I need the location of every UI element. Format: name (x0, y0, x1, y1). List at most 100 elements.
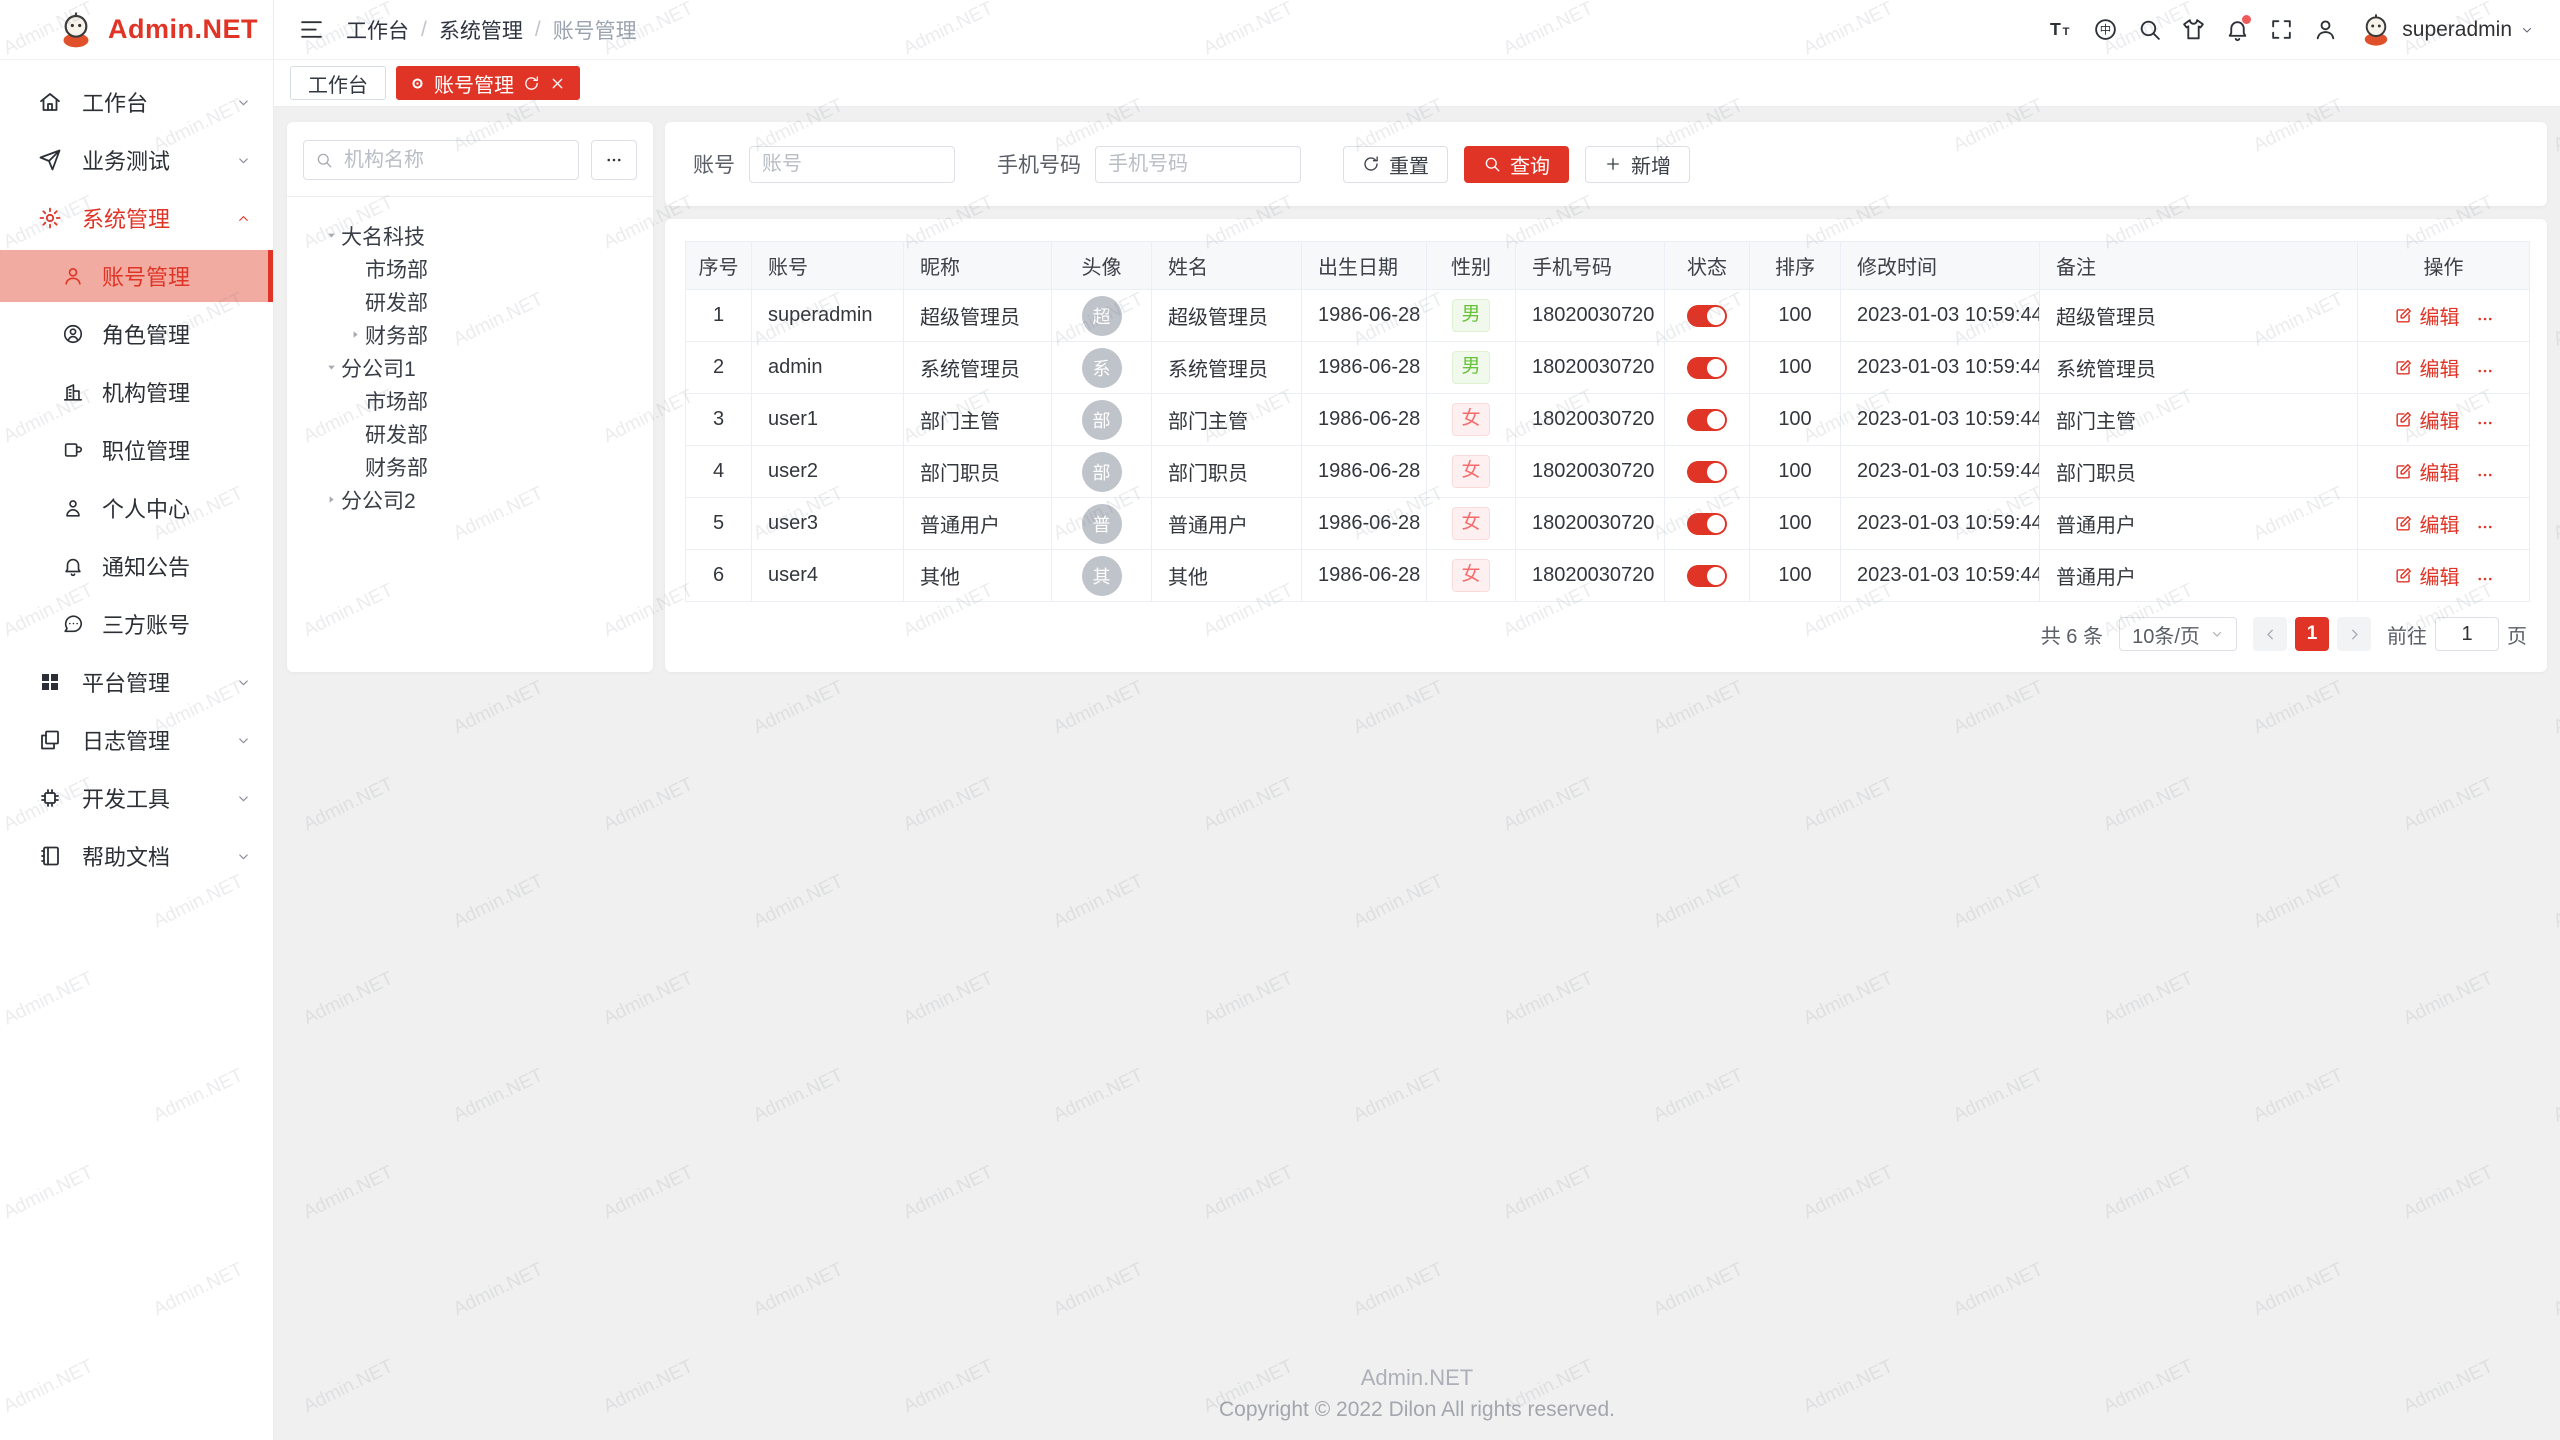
reset-button[interactable]: 重置 (1343, 146, 1448, 183)
cell-name: 超级管理员 (1152, 290, 1302, 342)
divider (287, 196, 653, 197)
shirt-icon[interactable] (2172, 9, 2214, 51)
sidebar-item-账号管理[interactable]: 账号管理 (0, 250, 273, 302)
sidebar-item-系统管理[interactable]: 系统管理 (0, 192, 273, 244)
sidebar-item-label: 业务测试 (82, 144, 170, 176)
tab-工作台[interactable]: 工作台 (290, 66, 386, 100)
tree-node-市场部[interactable]: 市场部 (303, 384, 637, 417)
search-icon (1483, 155, 1501, 173)
sidebar-item-个人中心[interactable]: 个人中心 (0, 482, 273, 534)
edit-button[interactable]: 编辑 (2394, 405, 2460, 434)
language-icon[interactable]: 中 (2084, 9, 2126, 51)
page-unit-label: 页 (2507, 620, 2527, 649)
cell-phone: 18020030720 (1516, 290, 1665, 342)
cell-gender: 男 (1427, 290, 1516, 342)
app-logo[interactable]: Admin.NET (0, 0, 273, 60)
row-more-button[interactable] (2476, 414, 2494, 432)
fullscreen-icon[interactable] (2260, 9, 2302, 51)
sidebar-item-平台管理[interactable]: 平台管理 (0, 656, 273, 708)
org-search-input[interactable] (303, 140, 579, 180)
caret-down-icon[interactable] (321, 229, 341, 242)
sidebar-item-三方账号[interactable]: 三方账号 (0, 598, 273, 650)
tree-node-分公司2[interactable]: 分公司2 (303, 483, 637, 516)
row-more-button[interactable] (2476, 466, 2494, 484)
add-button[interactable]: 新增 (1585, 146, 1690, 183)
page-size-select[interactable]: 10条/页 (2119, 617, 2237, 651)
cell-sort: 100 (1750, 446, 1841, 498)
tab-close-icon[interactable] (549, 75, 566, 92)
account-label: 账号 (693, 149, 735, 179)
column-header-手机号码: 手机号码 (1516, 242, 1665, 290)
status-toggle[interactable] (1687, 513, 1727, 535)
caret-right-icon[interactable] (345, 328, 365, 341)
gender-badge: 女 (1452, 455, 1490, 488)
tab-refresh-icon[interactable] (523, 75, 540, 92)
row-more-button[interactable] (2476, 570, 2494, 588)
sidebar-item-角色管理[interactable]: 角色管理 (0, 308, 273, 360)
cell-account: user1 (752, 394, 904, 446)
cell-gender: 女 (1427, 446, 1516, 498)
edit-button[interactable]: 编辑 (2394, 561, 2460, 590)
account-input[interactable] (749, 146, 955, 183)
column-header-修改时间: 修改时间 (1841, 242, 2040, 290)
cell-nickname: 部门职员 (904, 446, 1052, 498)
breadcrumb-item[interactable]: 工作台 (346, 15, 409, 45)
tree-node-大名科技[interactable]: 大名科技 (303, 219, 637, 252)
status-toggle[interactable] (1687, 565, 1727, 587)
row-more-button[interactable] (2476, 518, 2494, 536)
breadcrumb-item[interactable]: 系统管理 (439, 15, 523, 45)
row-more-button[interactable] (2476, 310, 2494, 328)
prev-page-button[interactable] (2253, 617, 2287, 651)
org-more-button[interactable] (591, 140, 637, 180)
sidebar-item-通知公告[interactable]: 通知公告 (0, 540, 273, 592)
text-size-icon[interactable]: TT (2040, 9, 2082, 51)
cell-avatar: 其 (1052, 550, 1152, 602)
sidebar-item-帮助文档[interactable]: 帮助文档 (0, 830, 273, 882)
tree-node-研发部[interactable]: 研发部 (303, 417, 637, 450)
sidebar-item-开发工具[interactable]: 开发工具 (0, 772, 273, 824)
status-toggle[interactable] (1687, 305, 1727, 327)
edit-button[interactable]: 编辑 (2394, 353, 2460, 382)
caret-right-icon[interactable] (321, 493, 341, 506)
edit-label: 编辑 (2420, 561, 2460, 590)
collapse-menu-icon[interactable] (290, 9, 332, 51)
tree-node-财务部[interactable]: 财务部 (303, 450, 637, 483)
cell-gender: 男 (1427, 342, 1516, 394)
tree-node-分公司1[interactable]: 分公司1 (303, 351, 637, 384)
sidebar-item-工作台[interactable]: 工作台 (0, 76, 273, 128)
tab-账号管理[interactable]: 账号管理 (396, 66, 580, 100)
table-row: 6user4其他其其他1986-06-28女180200307201002023… (686, 550, 2530, 602)
next-page-button[interactable] (2337, 617, 2371, 651)
edit-button[interactable]: 编辑 (2394, 301, 2460, 330)
tree-node-label: 大名科技 (341, 221, 425, 251)
tree-node-财务部[interactable]: 财务部 (303, 318, 637, 351)
user-menu[interactable]: superadmin (2358, 12, 2534, 48)
status-toggle[interactable] (1687, 461, 1727, 483)
status-toggle[interactable] (1687, 357, 1727, 379)
current-page-button[interactable]: 1 (2295, 617, 2329, 651)
goto-page-input[interactable] (2435, 617, 2499, 651)
cell-ops: 编辑 (2358, 342, 2530, 394)
status-toggle[interactable] (1687, 409, 1727, 431)
user-icon (62, 265, 84, 287)
bell-icon[interactable] (2216, 9, 2258, 51)
edit-button[interactable]: 编辑 (2394, 457, 2460, 486)
sidebar-item-机构管理[interactable]: 机构管理 (0, 366, 273, 418)
edit-button[interactable]: 编辑 (2394, 509, 2460, 538)
sidebar-item-职位管理[interactable]: 职位管理 (0, 424, 273, 476)
tree-node-研发部[interactable]: 研发部 (303, 285, 637, 318)
row-more-button[interactable] (2476, 362, 2494, 380)
cell-status (1665, 342, 1750, 394)
caret-down-icon[interactable] (321, 361, 341, 374)
pagination-total: 共 6 条 (2041, 620, 2103, 649)
sidebar-item-日志管理[interactable]: 日志管理 (0, 714, 273, 766)
query-button[interactable]: 查询 (1464, 146, 1569, 183)
phone-input[interactable] (1095, 146, 1301, 183)
edit-label: 编辑 (2420, 301, 2460, 330)
tree-node-市场部[interactable]: 市场部 (303, 252, 637, 285)
search-icon[interactable] (2128, 9, 2170, 51)
cell-remark: 普通用户 (2040, 498, 2358, 550)
cell-birth: 1986-06-28 (1302, 550, 1427, 602)
sidebar-item-业务测试[interactable]: 业务测试 (0, 134, 273, 186)
user-icon[interactable] (2304, 9, 2346, 51)
